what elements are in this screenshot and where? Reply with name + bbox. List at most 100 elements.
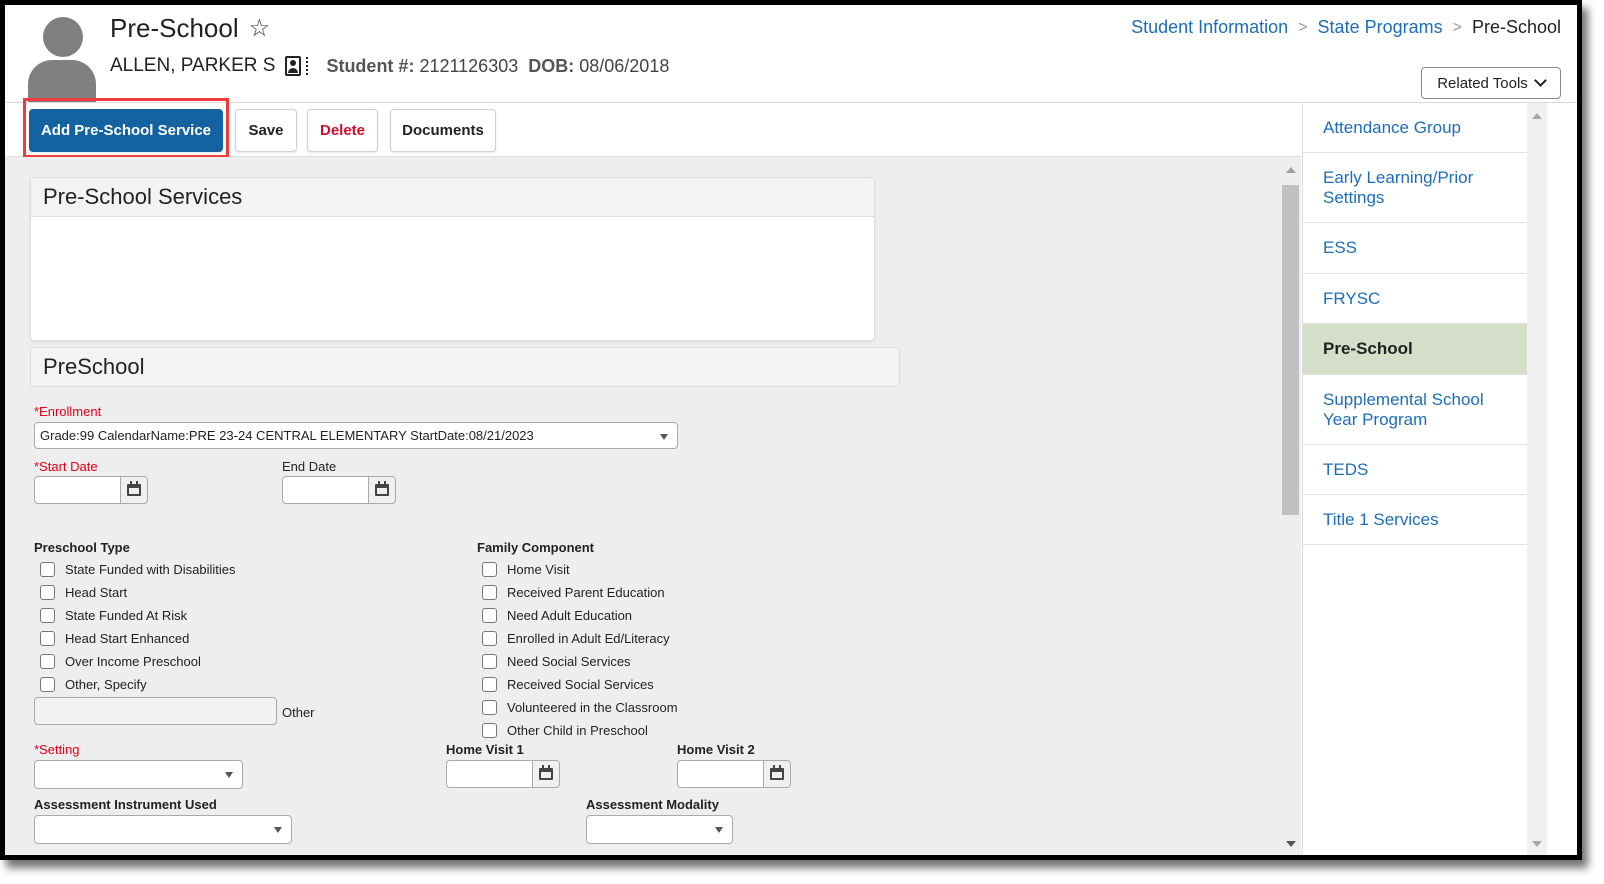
sidebar-item-teds[interactable]: TEDS	[1303, 445, 1527, 495]
assessment-instrument-select[interactable]	[34, 815, 292, 844]
home-visit-2-label: Home Visit 2	[677, 742, 755, 757]
option-label: Other, Specify	[65, 677, 147, 692]
preschool-type-option[interactable]: Head Start Enhanced	[40, 631, 189, 646]
scroll-thumb[interactable]	[1282, 185, 1299, 515]
family-component-option[interactable]: Received Social Services	[482, 677, 654, 692]
scroll-up-icon[interactable]	[1532, 113, 1542, 119]
breadcrumb-student-information[interactable]: Student Information	[1131, 17, 1288, 38]
page-header: Pre-School ☆ ALLEN, PARKER S Student #: …	[5, 5, 1577, 103]
checkbox[interactable]	[482, 608, 497, 623]
sidebar-item-supplemental-school-year[interactable]: Supplemental School Year Program	[1303, 375, 1527, 445]
home-visit-1-input[interactable]	[446, 760, 532, 788]
contact-card-binding	[303, 57, 309, 75]
breadcrumb-current: Pre-School	[1471, 17, 1561, 37]
other-specify-input[interactable]	[34, 697, 277, 725]
home-visit-1-calendar-button[interactable]	[532, 760, 560, 788]
preschool-type-option[interactable]: State Funded At Risk	[40, 608, 187, 623]
checkbox[interactable]	[40, 608, 55, 623]
sidebar-item-early-learning[interactable]: Early Learning/Prior Settings	[1303, 153, 1527, 223]
family-component-option[interactable]: Volunteered in the Classroom	[482, 700, 678, 715]
option-label: State Funded with Disabilities	[65, 562, 236, 577]
end-date-picker	[282, 476, 396, 504]
sidebar-item-attendance-group[interactable]: Attendance Group	[1303, 103, 1527, 153]
dob-value: 08/06/2018	[579, 55, 670, 76]
family-component-option[interactable]: Enrolled in Adult Ed/Literacy	[482, 631, 670, 646]
setting-select[interactable]	[34, 760, 243, 789]
option-label: Received Parent Education	[507, 585, 665, 600]
sidebar-scrollbar[interactable]	[1527, 103, 1547, 855]
checkbox[interactable]	[482, 723, 497, 738]
star-icon[interactable]: ☆	[249, 14, 271, 43]
sidebar-item-frysc[interactable]: FRYSC	[1303, 274, 1527, 324]
preschool-type-label: Preschool Type	[34, 540, 130, 555]
family-component-option[interactable]: Other Child in Preschool	[482, 723, 648, 738]
services-list	[31, 217, 874, 337]
student-number-value: 2121126303	[419, 55, 519, 76]
end-date-input[interactable]	[282, 476, 368, 504]
dropdown-arrow-icon	[225, 772, 233, 778]
scroll-down-icon[interactable]	[1532, 841, 1542, 847]
checkbox[interactable]	[482, 677, 497, 692]
family-component-option[interactable]: Need Social Services	[482, 654, 631, 669]
enrollment-value: Grade:99 CalendarName:PRE 23-24 CENTRAL …	[40, 428, 534, 443]
option-label: Head Start Enhanced	[65, 631, 190, 646]
main-scrollbar[interactable]	[1282, 163, 1299, 855]
preschool-type-option[interactable]: Head Start	[40, 585, 127, 600]
option-label: Other Child in Preschool	[507, 723, 648, 738]
contact-card-icon[interactable]	[285, 56, 302, 76]
option-label: Need Social Services	[507, 654, 631, 669]
option-label: Received Social Services	[507, 677, 654, 692]
checkbox[interactable]	[40, 654, 55, 669]
avatar-head	[43, 17, 83, 57]
preschool-type-option[interactable]: State Funded with Disabilities	[40, 562, 236, 577]
sidebar-item-ess[interactable]: ESS	[1303, 223, 1527, 274]
checkbox[interactable]	[482, 631, 497, 646]
title-row: Pre-School ☆	[110, 13, 270, 44]
option-label: Need Adult Education	[507, 608, 633, 623]
add-pre-school-service-button[interactable]: Add Pre-School Service	[29, 109, 223, 152]
dropdown-arrow-icon	[715, 827, 723, 833]
family-component-option[interactable]: Need Adult Education	[482, 608, 632, 623]
sidebar-item-pre-school[interactable]: Pre-School	[1303, 324, 1527, 375]
option-label: Head Start	[65, 585, 128, 600]
calendar-icon	[770, 765, 784, 780]
checkbox[interactable]	[40, 631, 55, 646]
save-button[interactable]: Save	[235, 109, 297, 152]
checkbox[interactable]	[482, 654, 497, 669]
preschool-type-option[interactable]: Over Income Preschool	[40, 654, 201, 669]
calendar-icon	[127, 481, 141, 496]
delete-button[interactable]: Delete	[307, 109, 378, 152]
chevron-right-icon: >	[1452, 18, 1462, 36]
checkbox[interactable]	[40, 677, 55, 692]
student-name: ALLEN, PARKER S	[110, 55, 276, 76]
checkbox[interactable]	[40, 585, 55, 600]
setting-label: *Setting	[34, 742, 80, 757]
related-tools-button[interactable]: Related Tools	[1421, 67, 1561, 99]
family-component-option[interactable]: Home Visit	[482, 562, 570, 577]
student-dob: DOB: 08/06/2018	[528, 56, 669, 77]
assessment-modality-select[interactable]	[586, 815, 733, 844]
checkbox[interactable]	[482, 700, 497, 715]
dropdown-arrow-icon	[660, 434, 668, 440]
sidebar-item-title-1-services[interactable]: Title 1 Services	[1303, 495, 1527, 545]
checkbox[interactable]	[482, 562, 497, 577]
checkbox[interactable]	[40, 562, 55, 577]
start-date-input[interactable]	[34, 476, 120, 504]
enrollment-select[interactable]: Grade:99 CalendarName:PRE 23-24 CENTRAL …	[34, 422, 678, 449]
scroll-down-icon[interactable]	[1286, 841, 1296, 847]
home-visit-2-input[interactable]	[677, 760, 763, 788]
documents-button[interactable]: Documents	[390, 109, 496, 152]
assessment-instrument-label: Assessment Instrument Used	[34, 797, 217, 812]
preschool-type-option[interactable]: Other, Specify	[40, 677, 147, 692]
end-date-calendar-button[interactable]	[368, 476, 396, 504]
home-visit-2-calendar-button[interactable]	[763, 760, 791, 788]
family-component-option[interactable]: Received Parent Education	[482, 585, 665, 600]
scroll-up-icon[interactable]	[1286, 167, 1296, 173]
end-date-label: End Date	[282, 459, 337, 474]
home-visit-1-label: Home Visit 1	[446, 742, 524, 757]
checkbox[interactable]	[482, 585, 497, 600]
start-date-calendar-button[interactable]	[120, 476, 148, 504]
action-toolbar: Add Pre-School Service Save Delete Docum…	[5, 98, 1301, 158]
student-number-label: Student #:	[326, 55, 415, 76]
breadcrumb-state-programs[interactable]: State Programs	[1318, 17, 1443, 38]
